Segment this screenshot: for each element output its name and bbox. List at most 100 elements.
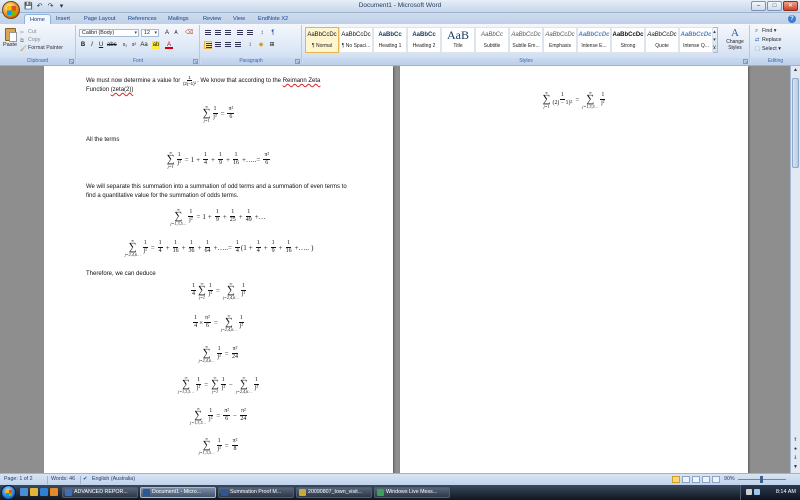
highlight-icon[interactable]: ab xyxy=(152,41,160,49)
clock[interactable]: 8:14 AM xyxy=(776,489,796,495)
bullets-icon[interactable] xyxy=(204,29,212,37)
font-launcher-icon[interactable]: ↘ xyxy=(193,59,198,64)
switch-windows-icon[interactable] xyxy=(30,488,38,496)
justify-icon[interactable] xyxy=(234,41,242,49)
minimize-button[interactable]: – xyxy=(751,1,766,11)
italic-icon[interactable]: I xyxy=(88,41,96,49)
taskbar-item[interactable]: Windows Live Mess... xyxy=(374,487,450,498)
draft-view-icon[interactable] xyxy=(712,476,720,483)
clear-formatting-icon[interactable]: ⌫ xyxy=(185,29,193,37)
page-1[interactable]: We must now determine a value for 1 (2j−1… xyxy=(44,66,393,473)
style-sample: AaBbCcDc xyxy=(545,32,575,38)
taskbar-item[interactable]: 20090807_town_visit... xyxy=(296,487,372,498)
tab-mailings[interactable]: Mailings xyxy=(168,14,189,24)
find-button[interactable]: ⌕ Find ▾ xyxy=(755,27,776,35)
proofing-icon[interactable]: ✔ xyxy=(83,476,87,482)
superscript-icon[interactable]: x² xyxy=(130,41,138,49)
style-1[interactable]: AaBbCcDc ¶ Normal xyxy=(305,27,339,53)
scroll-down-icon[interactable]: ▼ xyxy=(791,463,800,472)
style-10[interactable]: AaBbCcDc Strong xyxy=(611,27,645,53)
change-styles-button[interactable]: A Change Styles xyxy=(722,27,748,55)
media-player-icon[interactable] xyxy=(50,488,58,496)
sort-icon[interactable]: ↕ xyxy=(258,29,266,37)
maximize-button[interactable]: □ xyxy=(767,1,782,11)
tab-home[interactable]: Home xyxy=(24,14,51,24)
help-icon[interactable]: ? xyxy=(788,15,796,23)
change-case-icon[interactable]: Aa xyxy=(140,41,148,49)
align-left-icon[interactable] xyxy=(204,41,212,49)
vertical-scrollbar[interactable]: ▲ ⇑ ● ⇓ ▼ xyxy=(790,66,800,473)
align-right-icon[interactable] xyxy=(224,41,232,49)
taskbar-item[interactable]: Document1 - Micro... xyxy=(140,487,216,498)
start-button[interactable] xyxy=(1,485,16,500)
word-count[interactable]: Words: 46 xyxy=(51,476,75,482)
style-6[interactable]: AaBbCc Subtitle xyxy=(475,27,509,53)
print-layout-view-icon[interactable] xyxy=(672,476,680,483)
underline-icon[interactable]: U xyxy=(97,41,105,49)
style-7[interactable]: AaBbCcDc Subtle Em... xyxy=(509,27,543,53)
shrink-font-icon[interactable]: A xyxy=(172,29,180,37)
show-formatting-icon[interactable]: ¶ xyxy=(269,29,277,37)
strikethrough-icon[interactable]: abc xyxy=(107,41,117,49)
paragraph-launcher-icon[interactable]: ↘ xyxy=(295,59,300,64)
style-8[interactable]: AaBbCcDc Emphasis xyxy=(543,27,577,53)
bold-icon[interactable]: B xyxy=(79,41,87,49)
tab-insert[interactable]: Insert xyxy=(56,14,70,24)
taskbar-item[interactable]: ADVANCED REPOR... xyxy=(62,487,138,498)
style-4[interactable]: AaBbCc Heading 2 xyxy=(407,27,441,53)
prev-page-icon[interactable]: ⇑ xyxy=(791,436,800,445)
next-page-icon[interactable]: ⇓ xyxy=(791,454,800,463)
select-browse-icon[interactable]: ● xyxy=(791,445,800,454)
decrease-indent-icon[interactable] xyxy=(236,29,244,37)
increase-indent-icon[interactable] xyxy=(246,29,254,37)
style-5[interactable]: AaB Title xyxy=(441,27,475,53)
office-button[interactable] xyxy=(2,1,20,19)
tab-references[interactable]: References xyxy=(128,14,157,24)
style-12[interactable]: AaBbCcDc Intense Q... xyxy=(679,27,713,53)
format-painter-button[interactable]: 🖌Format Painter xyxy=(20,44,63,52)
cut-button[interactable]: ✂ Cut xyxy=(20,28,36,36)
select-button[interactable]: ⬚ Select ▾ xyxy=(755,45,781,53)
volume-icon[interactable] xyxy=(754,489,760,495)
scroll-up-icon[interactable]: ▲ xyxy=(791,66,800,75)
shading-icon[interactable]: ◆ xyxy=(257,41,265,49)
network-icon[interactable] xyxy=(746,489,752,495)
clipboard-launcher-icon[interactable]: ↘ xyxy=(69,59,74,64)
style-9[interactable]: AaBbCcDc Intense E... xyxy=(577,27,611,53)
tab-view[interactable]: View xyxy=(233,14,245,24)
web-layout-view-icon[interactable] xyxy=(692,476,700,483)
font-color-icon[interactable]: A xyxy=(165,41,173,49)
font-name-select[interactable]: Calibri (Body) xyxy=(79,29,139,37)
numbering-icon[interactable] xyxy=(214,29,222,37)
font-size-select[interactable]: 12 xyxy=(141,29,159,37)
page-count[interactable]: Page: 1 of 2 xyxy=(4,476,33,482)
page-2[interactable]: ∞ ∑ j=1 1 (2j − 1)² = ∞ ∑ j=1,3,5… 1 j² xyxy=(400,66,748,473)
tab-endnote[interactable]: EndNote X2 xyxy=(258,14,288,24)
style-3[interactable]: AaBbCc Heading 1 xyxy=(373,27,407,53)
replace-button[interactable]: ⇄ Replace xyxy=(755,36,781,44)
copy-icon: ⧉ xyxy=(20,38,24,44)
borders-icon[interactable]: ⊞ xyxy=(268,41,276,49)
language-indicator[interactable]: English (Australia) xyxy=(92,476,135,482)
show-desktop-icon[interactable] xyxy=(20,488,28,496)
subscript-icon[interactable]: x₂ xyxy=(121,41,129,49)
style-2[interactable]: AaBbCcDc ¶ No Spaci... xyxy=(339,27,373,53)
zoom-slider-thumb[interactable] xyxy=(760,476,763,483)
zoom-level[interactable]: 90% xyxy=(724,476,735,482)
line-spacing-icon[interactable]: ↕ xyxy=(246,41,254,49)
multilevel-list-icon[interactable] xyxy=(224,29,232,37)
align-center-icon[interactable] xyxy=(214,41,222,49)
tab-page-layout[interactable]: Page Layout xyxy=(84,14,115,24)
tab-review[interactable]: Review xyxy=(203,14,221,24)
copy-button[interactable]: ⧉ Copy xyxy=(20,36,40,44)
scroll-thumb[interactable] xyxy=(792,78,799,168)
outline-view-icon[interactable] xyxy=(702,476,710,483)
taskbar-item[interactable]: Summation Proof M... xyxy=(218,487,294,498)
grow-font-icon[interactable]: A xyxy=(163,29,171,37)
style-11[interactable]: AaBbCcDc Quote xyxy=(645,27,679,53)
styles-launcher-icon[interactable]: ↘ xyxy=(743,59,748,64)
paste-button[interactable]: Paste xyxy=(2,28,18,52)
full-screen-reading-view-icon[interactable] xyxy=(682,476,690,483)
internet-explorer-icon[interactable] xyxy=(40,488,48,496)
close-button[interactable]: ✕ xyxy=(783,1,798,11)
